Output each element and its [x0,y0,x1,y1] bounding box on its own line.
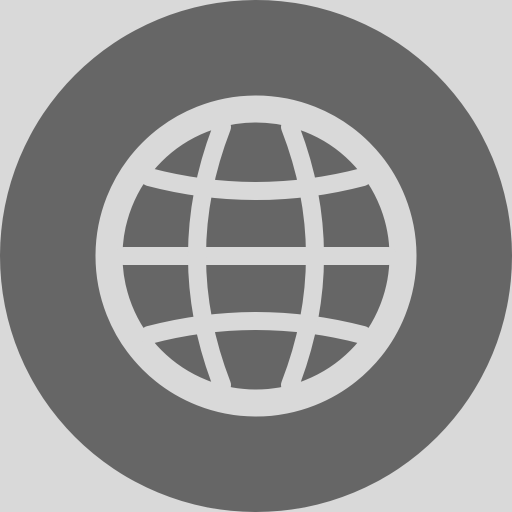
globe-icon [0,0,512,512]
icon-canvas [0,0,512,512]
globe-button[interactable] [0,0,512,512]
